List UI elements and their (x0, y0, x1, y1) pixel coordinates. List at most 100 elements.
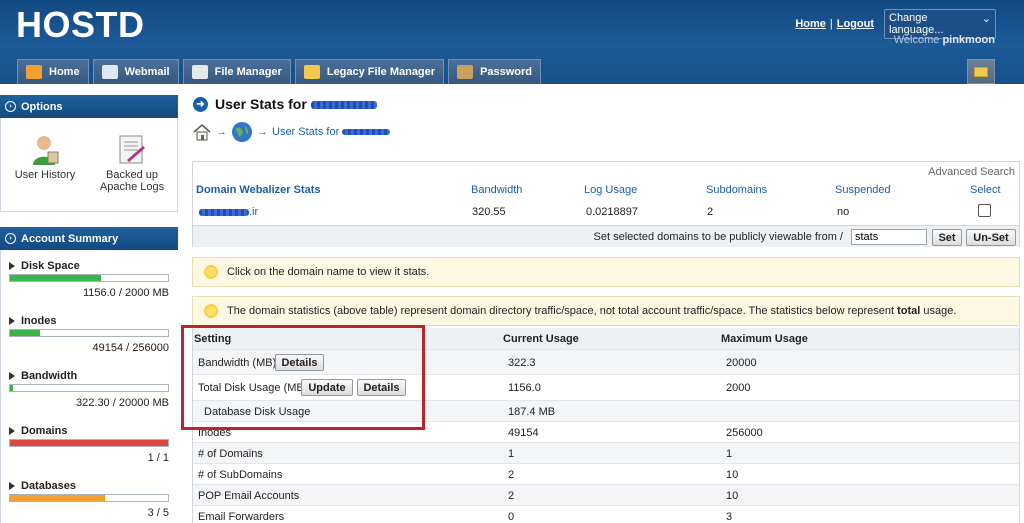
unset-button[interactable]: Un-Set (966, 229, 1016, 246)
progress-fill (10, 495, 105, 501)
lightbulb-icon (203, 303, 219, 319)
summary-value: 49154 / 256000 (92, 342, 169, 354)
messages-button[interactable] (967, 59, 995, 84)
domain-link[interactable]: .ir (199, 206, 258, 218)
current-usage: 322.3 (508, 357, 536, 369)
breadcrumb-separator: → (257, 126, 268, 138)
maximum-usage: 3 (726, 511, 733, 523)
notice-text-pre: The domain statistics (above table) repr… (227, 305, 895, 317)
summary-bandwidth: Bandwidth 322.30 / 20000 MB (9, 370, 169, 409)
user-history-option[interactable]: User History (13, 134, 77, 181)
tab-password[interactable]: Password (448, 59, 542, 84)
options-panel: User History Backed up Apache Logs (0, 118, 178, 212)
redacted-username (342, 129, 391, 136)
maximum-usage: 20000 (726, 357, 757, 369)
progress-fill (10, 440, 168, 446)
progress-fill (10, 275, 102, 281)
breadcrumb-current-text: User Stats for (272, 126, 340, 138)
breadcrumb-current[interactable]: User Stats for (272, 126, 391, 138)
mail-icon (974, 66, 988, 77)
summary-value: 1 / 1 (147, 452, 169, 464)
tab-file-manager[interactable]: File Manager (182, 59, 291, 84)
folder-icon (303, 65, 320, 79)
progress-bar (9, 494, 169, 502)
home-icon[interactable] (192, 122, 212, 142)
logout-link[interactable]: Logout (837, 18, 874, 30)
tab-webmail[interactable]: Webmail (92, 59, 179, 84)
column-header-bandwidth[interactable]: Bandwidth (471, 184, 522, 196)
stats-path-input[interactable] (851, 229, 927, 245)
summary-title: Disk Space (21, 260, 80, 272)
options-title: Options (21, 100, 63, 113)
table-row: # of SubDomains 2 10 (193, 464, 1019, 485)
setting-label: # of SubDomains (198, 469, 283, 481)
envelope-icon (101, 65, 118, 79)
tab-label: Password (480, 66, 533, 78)
tab-label: Home (49, 66, 80, 78)
setting-label: POP Email Accounts (198, 490, 300, 502)
tab-legacy-file-manager[interactable]: Legacy File Manager (294, 59, 445, 84)
summary-value: 3 / 5 (147, 507, 169, 519)
domains-table-footer: Set selected domains to be publicly view… (193, 225, 1019, 247)
notice-text: Click on the domain name to view it stat… (227, 266, 430, 278)
circle-arrow-icon: › (5, 101, 16, 112)
domain-bandwidth: 320.55 (472, 206, 506, 218)
account-summary-title: Account Summary (21, 232, 119, 245)
language-select-value: Change language... (889, 12, 944, 36)
welcome-username: pinkmoon (942, 34, 995, 46)
triangle-icon (9, 372, 15, 380)
key-icon (457, 65, 474, 79)
breadcrumb-separator: → (216, 126, 227, 138)
triangle-icon (9, 427, 15, 435)
domain-select-checkbox[interactable] (978, 204, 991, 217)
setting-label: # of Domains (198, 448, 263, 460)
globe-icon[interactable] (231, 121, 253, 143)
apache-logs-option[interactable]: Backed up Apache Logs (97, 134, 167, 193)
summary-disk-space: Disk Space 1156.0 / 2000 MB (9, 260, 169, 299)
maximum-usage: 10 (726, 490, 739, 502)
column-header-suspended[interactable]: Suspended (835, 184, 891, 196)
page-title-row: ➜ User Stats for (193, 96, 377, 112)
column-header-domain[interactable]: Domain Webalizer Stats (196, 184, 321, 196)
column-header-subdomains[interactable]: Subdomains (706, 184, 767, 196)
table-row: POP Email Accounts 2 10 (193, 485, 1019, 506)
account-summary-header: › Account Summary (0, 227, 178, 250)
circle-arrow-icon: ➜ (193, 96, 208, 112)
domain-subdomains: 2 (707, 206, 714, 218)
page-title-text: User Stats for (215, 96, 307, 112)
current-usage: 1 (508, 448, 515, 460)
maximum-usage: 2000 (726, 382, 751, 394)
current-usage: 1156.0 (508, 382, 541, 394)
current-usage: 2 (508, 469, 515, 481)
tab-label: File Manager (214, 66, 282, 78)
maximum-usage: 256000 (726, 427, 763, 439)
option-label: User History (14, 169, 76, 181)
domain-suffix: .ir (249, 206, 259, 218)
column-header-log-usage[interactable]: Log Usage (584, 184, 637, 196)
summary-title: Inodes (21, 315, 57, 327)
triangle-icon (9, 317, 15, 325)
progress-fill (10, 330, 41, 336)
home-link[interactable]: Home (795, 18, 826, 30)
tab-label: Webmail (124, 66, 170, 78)
current-usage: 0 (508, 511, 515, 523)
option-label-line2: Apache Logs (99, 181, 165, 193)
summary-value: 322.30 / 20000 MB (76, 397, 169, 409)
current-usage: 2 (508, 490, 515, 502)
current-usage: 187.4 MB (508, 406, 556, 418)
page-title: User Stats for (215, 96, 377, 112)
summary-value: 1156.0 / 2000 MB (82, 287, 169, 299)
progress-bar (9, 384, 169, 392)
triangle-icon (9, 262, 15, 270)
tab-home[interactable]: Home (17, 59, 89, 84)
summary-inodes: Inodes 49154 / 256000 (9, 315, 169, 354)
set-button[interactable]: Set (932, 229, 962, 246)
column-header-select: Select (970, 184, 1001, 196)
advanced-search-link[interactable]: Advanced Search (928, 166, 1015, 178)
progress-fill (10, 385, 13, 391)
tab-label: Legacy File Manager (326, 66, 436, 78)
triangle-icon (9, 482, 15, 490)
link-separator: | (829, 18, 833, 30)
highlight-annotation-box (181, 325, 425, 430)
notice-text-bold: total (897, 305, 921, 317)
